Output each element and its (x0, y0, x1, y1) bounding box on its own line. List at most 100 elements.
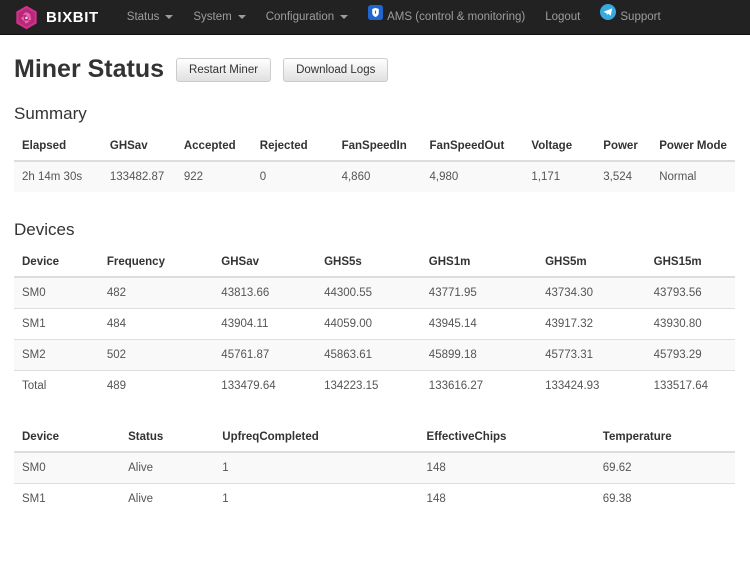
table-cell: 44059.00 (316, 309, 421, 340)
nav-item-system[interactable]: System (183, 0, 255, 35)
table-cell: 43793.56 (646, 277, 735, 309)
column-header: GHS15m (646, 248, 735, 277)
table-cell: 69.62 (595, 452, 735, 484)
summary-heading: Summary (14, 104, 736, 124)
devices-hashrate-table: DeviceFrequencyGHSavGHS5sGHS1mGHS5mGHS15… (14, 248, 735, 401)
table-cell: 502 (99, 340, 213, 371)
column-header: Frequency (99, 248, 213, 277)
table-cell: 148 (419, 484, 595, 515)
column-header: GHSav (213, 248, 316, 277)
table-row: Total489133479.64134223.15133616.2713342… (14, 371, 735, 402)
table-cell: 134223.15 (316, 371, 421, 402)
page-header: Miner Status Restart Miner Download Logs (14, 35, 736, 86)
table-cell: 489 (99, 371, 213, 402)
devices-status-table: DeviceStatusUpfreqCompletedEffectiveChip… (14, 423, 735, 514)
table-cell: Alive (120, 484, 214, 515)
column-header: Status (120, 423, 214, 452)
brand-name: BIXBIT (46, 9, 99, 26)
column-header: Rejected (252, 132, 334, 161)
nav-item-status[interactable]: Status (117, 0, 184, 35)
nav-item-ams-label: AMS (control & monitoring) (387, 0, 525, 35)
table-row: SM0Alive114869.62 (14, 452, 735, 484)
table-cell: 133517.64 (646, 371, 735, 402)
table-cell: SM0 (14, 452, 120, 484)
chevron-down-icon (340, 15, 348, 19)
summary-table: ElapsedGHSavAcceptedRejectedFanSpeedInFa… (14, 132, 735, 192)
devices-heading: Devices (14, 220, 736, 240)
column-header: Elapsed (14, 132, 102, 161)
table-cell: 43734.30 (537, 277, 646, 309)
column-header: GHS5s (316, 248, 421, 277)
table-cell: 133479.64 (213, 371, 316, 402)
summary-table-head: ElapsedGHSavAcceptedRejectedFanSpeedInFa… (14, 132, 735, 161)
table-cell: 44300.55 (316, 277, 421, 309)
table-cell: 2h 14m 30s (14, 161, 102, 192)
table-cell: 1 (214, 452, 418, 484)
table-cell: SM2 (14, 340, 99, 371)
nav-item-logout[interactable]: Logout (535, 0, 590, 35)
top-navbar: BIXBIT Status System Configuration AMS (… (0, 0, 750, 35)
table-cell: 45773.31 (537, 340, 646, 371)
telegram-icon (600, 0, 616, 35)
table-cell: 482 (99, 277, 213, 309)
download-logs-button[interactable]: Download Logs (283, 58, 388, 82)
table-cell: 484 (99, 309, 213, 340)
column-header: Power Mode (651, 132, 735, 161)
table-cell: 1,171 (523, 161, 595, 192)
table-cell: Total (14, 371, 99, 402)
table-row: 2h 14m 30s133482.8792204,8604,9801,1713,… (14, 161, 735, 192)
nav-item-system-label: System (193, 0, 231, 35)
column-header: FanSpeedIn (334, 132, 422, 161)
restart-miner-button[interactable]: Restart Miner (176, 58, 271, 82)
column-header: Voltage (523, 132, 595, 161)
table-spacer (14, 401, 736, 423)
table-cell: SM1 (14, 309, 99, 340)
devices-hashrate-table-head: DeviceFrequencyGHSavGHS5sGHS1mGHS5mGHS15… (14, 248, 735, 277)
devices-hashrate-table-body: SM048243813.6644300.5543771.9543734.3043… (14, 277, 735, 401)
nav-item-support-label: Support (620, 0, 660, 35)
nav-item-ams[interactable]: AMS (control & monitoring) (358, 0, 535, 35)
column-header: EffectiveChips (419, 423, 595, 452)
nav-item-configuration[interactable]: Configuration (256, 0, 358, 35)
nav-item-status-label: Status (127, 0, 160, 35)
main-container: Miner Status Restart Miner Download Logs… (0, 35, 750, 514)
table-cell: 43904.11 (213, 309, 316, 340)
table-row: SM048243813.6644300.5543771.9543734.3043… (14, 277, 735, 309)
table-row: SM148443904.1144059.0043945.1443917.3243… (14, 309, 735, 340)
table-cell: 43917.32 (537, 309, 646, 340)
table-cell: 69.38 (595, 484, 735, 515)
chevron-down-icon (165, 15, 173, 19)
table-cell: SM0 (14, 277, 99, 309)
table-row: SM250245761.8745863.6145899.1845773.3145… (14, 340, 735, 371)
table-cell: 133424.93 (537, 371, 646, 402)
bixbit-hexagon-logo-icon (14, 5, 39, 30)
table-cell: 43945.14 (421, 309, 537, 340)
column-header: Temperature (595, 423, 735, 452)
nav-item-support[interactable]: Support (590, 0, 670, 35)
column-header: FanSpeedOut (422, 132, 524, 161)
ams-shield-icon (368, 0, 383, 35)
table-row: SM1Alive114869.38 (14, 484, 735, 515)
table-cell: 45899.18 (421, 340, 537, 371)
column-header: Device (14, 423, 120, 452)
table-cell: 922 (176, 161, 252, 192)
nav-links: Status System Configuration AMS (control… (117, 0, 671, 35)
brand-logo-link[interactable]: BIXBIT (14, 5, 99, 30)
chevron-down-icon (238, 15, 246, 19)
table-cell: 133616.27 (421, 371, 537, 402)
table-cell: Alive (120, 452, 214, 484)
table-cell: 45793.29 (646, 340, 735, 371)
column-header: GHS5m (537, 248, 646, 277)
table-cell: 148 (419, 452, 595, 484)
table-cell: 4,980 (422, 161, 524, 192)
table-cell: Normal (651, 161, 735, 192)
table-cell: 4,860 (334, 161, 422, 192)
page-title: Miner Status (14, 57, 164, 82)
table-cell: 43771.95 (421, 277, 537, 309)
column-header: Accepted (176, 132, 252, 161)
table-cell: 45863.61 (316, 340, 421, 371)
column-header: UpfreqCompleted (214, 423, 418, 452)
table-cell: SM1 (14, 484, 120, 515)
column-header: Power (595, 132, 651, 161)
table-cell: 43930.80 (646, 309, 735, 340)
